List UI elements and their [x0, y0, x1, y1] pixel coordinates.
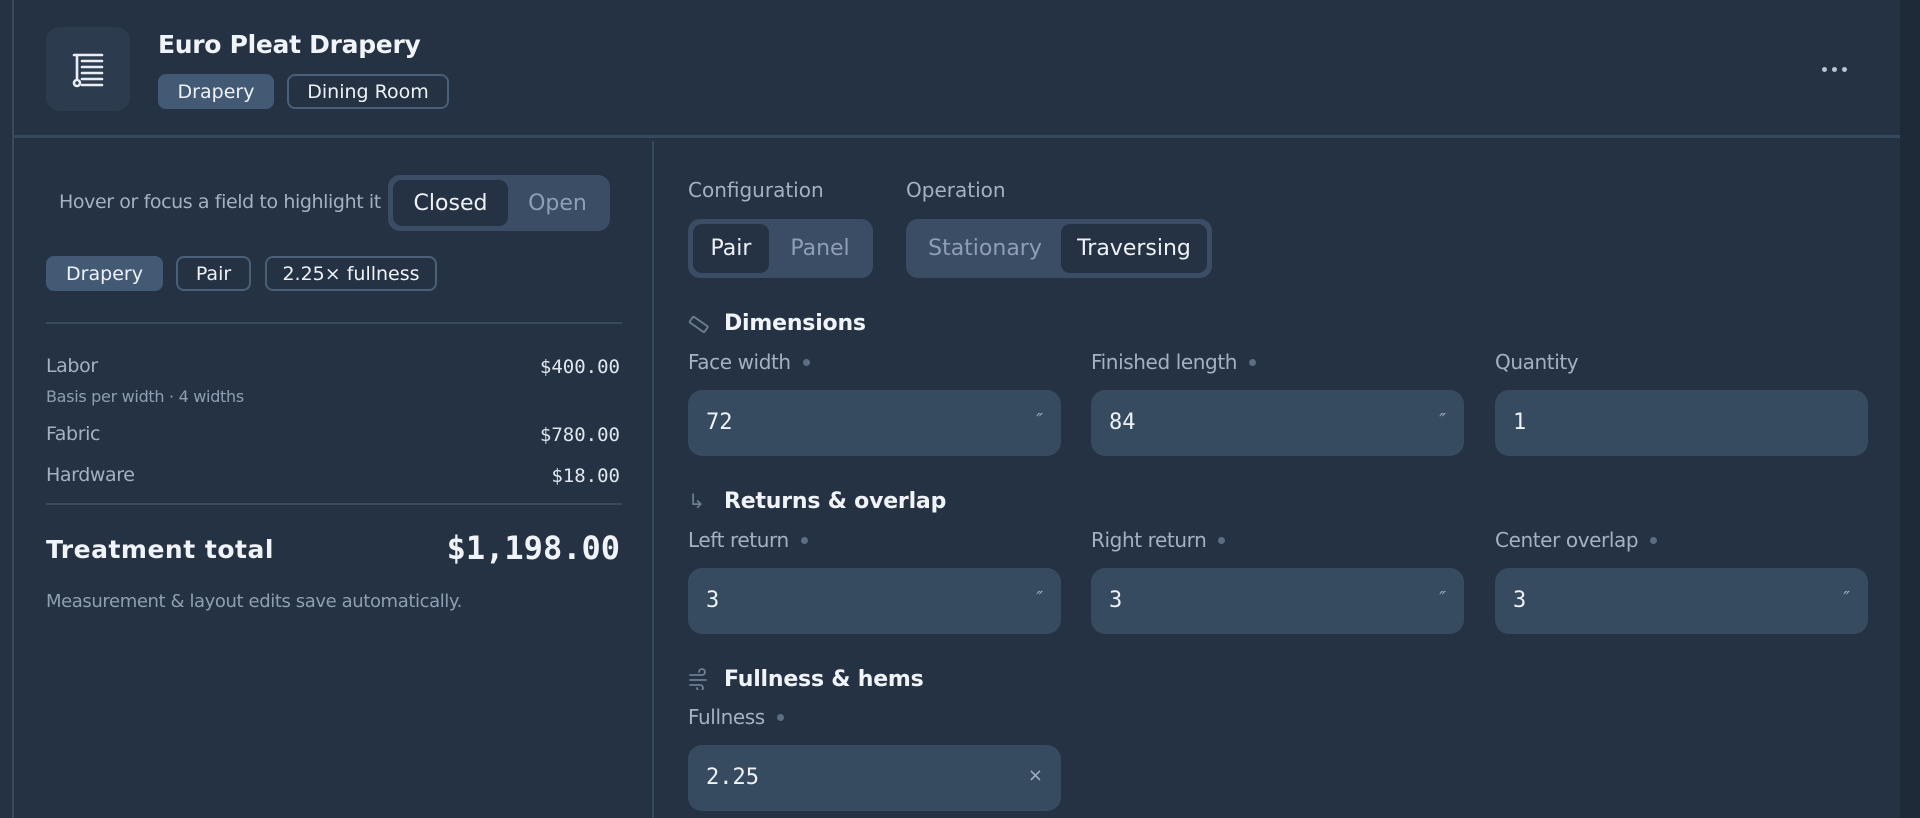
field-status-dot — [1218, 536, 1226, 544]
line-amount-hardware: $18.00 — [551, 465, 620, 487]
quantity-label-text: Quantity — [1495, 350, 1579, 374]
line-label-labor: Labor — [46, 355, 98, 377]
finished-length-label-text: Finished length — [1091, 350, 1238, 374]
inch-unit: ″ — [1036, 410, 1043, 431]
summary-chip-fullness: 2.25× fullness — [265, 256, 437, 291]
more-horizontal-icon — [1821, 66, 1827, 72]
fullness-label-text: Fullness — [688, 705, 765, 729]
app-window: Euro Pleat Drapery Drapery Dining Room H… — [0, 0, 1920, 818]
line-label-fabric: Fabric — [46, 423, 101, 445]
inch-unit: ″ — [1439, 588, 1446, 609]
line-amount-fabric: $780.00 — [539, 424, 620, 446]
operation-toggle: Stationary Traversing — [906, 219, 1212, 278]
quantity-input[interactable]: 1 — [1495, 390, 1868, 456]
face-width-input[interactable]: 72 ″ — [688, 390, 1061, 456]
ruler-icon — [688, 315, 709, 333]
return-arrow-icon: ↳ — [688, 489, 705, 513]
inch-unit: ″ — [1036, 588, 1043, 609]
total-divider — [46, 503, 622, 505]
finished-length-label: Finished length — [1091, 350, 1257, 374]
view-toggle: Closed Open — [388, 175, 610, 231]
left-return-input[interactable]: 3 ″ — [688, 568, 1061, 634]
quantity-value: 1 — [1513, 410, 1527, 435]
configuration-label: Configuration — [688, 178, 824, 202]
fullness-title: Fullness & hems — [724, 667, 924, 692]
fullness-input[interactable]: 2.25 × — [688, 745, 1061, 811]
right-return-input[interactable]: 3 ″ — [1091, 568, 1464, 634]
summary-chip-configuration: Pair — [176, 256, 251, 291]
total-amount: $1,198.00 — [446, 529, 620, 567]
more-options-button[interactable] — [1814, 55, 1854, 83]
times-unit: × — [1027, 765, 1043, 786]
total-label: Treatment total — [46, 535, 274, 564]
autosave-note: Measurement & layout edits save automati… — [46, 591, 462, 612]
field-status-dot — [802, 358, 810, 366]
field-status-dot — [1249, 358, 1257, 366]
wind-icon — [689, 668, 707, 690]
summary-chip-type: Drapery — [46, 256, 163, 291]
cost-summary-panel: Hover or focus a field to highlight it C… — [14, 141, 654, 818]
page-title: Euro Pleat Drapery — [158, 30, 421, 59]
configuration-toggle: Pair Panel — [688, 219, 873, 278]
left-return-label: Left return — [688, 528, 808, 552]
operation-traversing-option[interactable]: Traversing — [1061, 224, 1207, 273]
center-overlap-label: Center overlap — [1495, 528, 1658, 552]
line-sub-labor: Basis per width · 4 widths — [46, 387, 244, 406]
tag-drapery[interactable]: Drapery — [158, 74, 274, 109]
right-return-value: 3 — [1109, 588, 1123, 613]
center-overlap-value: 3 — [1513, 588, 1527, 613]
treatment-header: Euro Pleat Drapery Drapery Dining Room — [14, 0, 1900, 138]
finished-length-input[interactable]: 84 ″ — [1091, 390, 1464, 456]
returns-title: Returns & overlap — [724, 489, 947, 514]
operation-stationary-option[interactable]: Stationary — [911, 224, 1059, 273]
field-status-dot — [776, 713, 784, 721]
field-status-dot — [1650, 536, 1658, 544]
configuration-panel-option[interactable]: Panel — [771, 224, 869, 273]
fullness-value: 2.25 — [706, 765, 759, 790]
tag-dining-room[interactable]: Dining Room — [287, 74, 449, 109]
center-overlap-label-text: Center overlap — [1495, 528, 1639, 552]
finished-length-value: 84 — [1109, 410, 1136, 435]
inch-unit: ″ — [1439, 410, 1446, 431]
view-open-option[interactable]: Open — [510, 180, 605, 226]
operation-label: Operation — [906, 178, 1006, 202]
center-overlap-input[interactable]: 3 ″ — [1495, 568, 1868, 634]
treatment-form: Configuration Pair Panel Operation Stati… — [656, 141, 1900, 818]
summary-divider — [46, 322, 622, 324]
face-width-label: Face width — [688, 350, 810, 374]
right-return-label: Right return — [1091, 528, 1226, 552]
inch-unit: ″ — [1843, 588, 1850, 609]
dimensions-title: Dimensions — [724, 311, 866, 336]
treatment-logo — [46, 27, 130, 111]
left-return-value: 3 — [706, 588, 720, 613]
right-gutter — [1900, 0, 1920, 818]
right-return-label-text: Right return — [1091, 528, 1207, 552]
left-return-label-text: Left return — [688, 528, 789, 552]
fullness-label: Fullness — [688, 705, 784, 729]
quantity-label: Quantity — [1495, 350, 1579, 374]
line-amount-labor: $400.00 — [539, 356, 620, 378]
more-dot — [1831, 66, 1837, 72]
drapery-list-icon — [72, 53, 104, 88]
more-dot — [1841, 66, 1847, 72]
line-label-hardware: Hardware — [46, 464, 135, 486]
field-status-dot — [800, 536, 808, 544]
highlight-hint: Hover or focus a field to highlight it — [59, 191, 381, 213]
face-width-value: 72 — [706, 410, 733, 435]
configuration-pair-option[interactable]: Pair — [693, 224, 769, 273]
view-closed-option[interactable]: Closed — [393, 180, 508, 226]
face-width-label-text: Face width — [688, 350, 791, 374]
